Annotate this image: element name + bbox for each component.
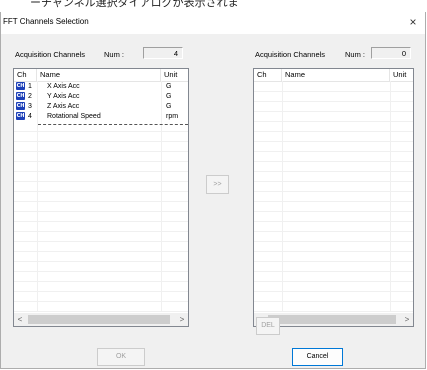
dialog-title: FFT Channels Selection <box>3 17 89 26</box>
cell-name: X Axis Acc <box>47 83 80 90</box>
left-channel-list[interactable]: Ch Name Unit CH 1 X Axis Acc G CH 2 Y Axis Acc… <box>13 68 189 327</box>
empty-row <box>14 232 188 242</box>
empty-row <box>254 192 413 202</box>
left-panel-label: Acquisition Channels <box>15 50 86 59</box>
empty-row <box>254 132 413 142</box>
empty-row <box>254 242 413 252</box>
empty-row <box>14 302 188 312</box>
scroll-left-icon[interactable]: < <box>14 313 26 326</box>
cell-name: Z Axis Acc <box>47 103 80 110</box>
col-header-unit[interactable]: Unit <box>161 69 188 81</box>
empty-row <box>254 232 413 242</box>
cell-name: Rotational Speed <box>47 113 101 120</box>
empty-row <box>254 262 413 272</box>
empty-row <box>14 282 188 292</box>
right-num-field: 0 <box>371 47 411 59</box>
cell-unit: G <box>166 83 172 90</box>
empty-row <box>254 102 413 112</box>
left-num-label: Num : <box>104 50 125 59</box>
empty-row <box>254 172 413 182</box>
scroll-right-icon[interactable]: > <box>401 313 413 326</box>
col-header-name[interactable]: Name <box>282 69 390 81</box>
channel-badge-icon: CH <box>16 112 25 120</box>
right-panel-label: Acquisition Channels <box>255 50 326 59</box>
empty-row <box>254 162 413 172</box>
right-num-label: Num : <box>345 50 366 59</box>
table-row[interactable]: CH 2 Y Axis Acc G <box>14 92 188 101</box>
background-caption-strip: ーチャンネル選択ダイアログが表示されま <box>0 0 427 12</box>
ok-button[interactable]: OK <box>97 348 145 366</box>
fft-channels-dialog: FFT Channels Selection × Acquisition Cha… <box>0 12 426 369</box>
col-header-name[interactable]: Name <box>37 69 161 81</box>
empty-row <box>14 142 188 152</box>
empty-row <box>14 272 188 282</box>
col-header-unit[interactable]: Unit <box>390 69 413 81</box>
col-header-ch[interactable]: Ch <box>254 69 282 81</box>
focus-indicator <box>38 124 188 125</box>
empty-row <box>254 252 413 262</box>
cell-unit: G <box>166 93 172 100</box>
channel-badge-icon: CH <box>16 92 25 100</box>
cell-unit: G <box>166 103 172 110</box>
empty-row <box>254 292 413 302</box>
cell-unit: rpm <box>166 113 179 120</box>
cancel-button[interactable]: Cancel <box>292 348 343 366</box>
empty-row <box>254 122 413 132</box>
empty-row <box>254 142 413 152</box>
channel-badge-icon: CH <box>16 82 25 90</box>
background-caption: ーチャンネル選択ダイアログが表示されま <box>30 0 239 9</box>
empty-row <box>14 222 188 232</box>
title-bar: FFT Channels Selection × <box>1 12 425 34</box>
empty-row <box>14 242 188 252</box>
empty-row <box>14 132 188 142</box>
empty-row <box>14 162 188 172</box>
empty-row <box>14 212 188 222</box>
left-horizontal-scrollbar[interactable]: < > <box>14 313 188 326</box>
cell-name: Y Axis Acc <box>47 93 80 100</box>
delete-button[interactable]: DEL <box>256 317 280 335</box>
cell-ch: 1 <box>28 83 32 90</box>
col-header-ch[interactable]: Ch <box>14 69 37 81</box>
left-num-field: 4 <box>143 47 183 59</box>
table-row[interactable]: CH 1 X Axis Acc G <box>14 82 188 91</box>
channel-badge-icon: CH <box>16 102 25 110</box>
close-icon[interactable]: × <box>403 13 423 31</box>
empty-row <box>14 192 188 202</box>
empty-row <box>254 272 413 282</box>
scroll-thumb[interactable] <box>268 315 396 324</box>
empty-row <box>14 152 188 162</box>
empty-row <box>254 282 413 292</box>
transfer-button[interactable]: >> <box>206 175 229 194</box>
empty-row <box>254 222 413 232</box>
empty-row <box>14 252 188 262</box>
empty-row <box>14 202 188 212</box>
cell-ch: 4 <box>28 113 32 120</box>
empty-row <box>254 202 413 212</box>
empty-row <box>254 112 413 122</box>
table-row[interactable]: CH 3 Z Axis Acc G <box>14 102 188 111</box>
scroll-thumb[interactable] <box>28 315 170 324</box>
empty-row <box>14 292 188 302</box>
empty-row <box>14 262 188 272</box>
cell-ch: 2 <box>28 93 32 100</box>
empty-row <box>254 82 413 92</box>
empty-row <box>254 152 413 162</box>
empty-row <box>14 172 188 182</box>
scroll-right-icon[interactable]: > <box>176 313 188 326</box>
table-row[interactable]: CH 4 Rotational Speed rpm <box>14 112 188 121</box>
empty-row <box>254 92 413 102</box>
empty-row <box>254 302 413 312</box>
empty-row <box>254 182 413 192</box>
empty-row <box>254 212 413 222</box>
empty-row <box>14 182 188 192</box>
right-channel-list[interactable]: Ch Name Unit < > <box>253 68 414 327</box>
cell-ch: 3 <box>28 103 32 110</box>
